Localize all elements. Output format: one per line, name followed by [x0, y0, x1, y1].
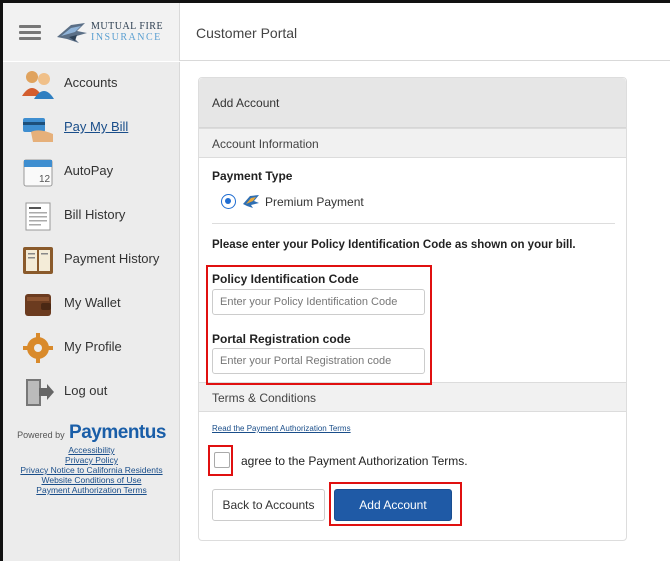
footer-link-california-privacy[interactable]: Privacy Notice to California Residents: [3, 465, 180, 475]
header-brand-area: MUTUAL FIRE INSURANCE: [3, 3, 180, 61]
add-account-card: Add Account Account Information Payment …: [198, 77, 627, 541]
sidebar-item-label: Accounts: [64, 75, 118, 90]
sidebar-item-pay-my-bill[interactable]: Pay My Bill: [3, 108, 180, 148]
payment-terms-link[interactable]: Read the Payment Authorization Terms: [212, 424, 351, 433]
sidebar-item-log-out[interactable]: Log out: [3, 372, 180, 412]
footer-link-privacy-policy[interactable]: Privacy Policy: [3, 455, 180, 465]
powered-by-block: Powered by Paymentus Accessibility Priva…: [3, 422, 180, 495]
card-header: Add Account: [199, 78, 626, 128]
sidebar-item-label: Payment History: [64, 251, 160, 266]
card-title: Add Account: [212, 96, 280, 110]
sidebar-item-label: AutoPay: [64, 163, 114, 178]
instruction-text: Please enter your Policy Identification …: [212, 239, 576, 251]
footer-link-payment-terms[interactable]: Payment Authorization Terms: [3, 485, 180, 495]
gear-icon: [23, 333, 53, 363]
sidebar-item-bill-history[interactable]: Bill History: [3, 196, 180, 236]
sidebar-item-accounts[interactable]: Accounts: [3, 64, 180, 104]
company-logo: MUTUAL FIRE INSURANCE: [91, 21, 163, 43]
paymentus-logo: Paymentus: [69, 422, 166, 443]
policy-code-label: Policy Identification Code: [212, 272, 359, 286]
invoice-icon: [25, 202, 51, 231]
policy-code-input[interactable]: [212, 289, 425, 315]
sidebar: Accounts Pay My Bill 12 AutoPay Bill His…: [3, 62, 180, 561]
divider: [212, 223, 615, 224]
users-icon: [22, 71, 54, 99]
portal-code-input[interactable]: [212, 348, 425, 374]
section-title: Terms & Conditions: [212, 391, 317, 405]
payment-type-label: Payment Type: [212, 169, 293, 183]
ledger-icon: [23, 247, 53, 274]
wallet-icon: [25, 294, 51, 316]
section-account-information: Account Information: [199, 128, 626, 158]
section-title: Account Information: [212, 137, 319, 151]
sidebar-item-label: Bill History: [64, 207, 126, 222]
footer-links: Accessibility Privacy Policy Privacy Not…: [3, 445, 180, 495]
portal-code-label: Portal Registration code: [212, 332, 351, 346]
logout-door-icon: [26, 379, 54, 406]
logo-line-1: MUTUAL FIRE: [91, 21, 164, 32]
sidebar-item-my-profile[interactable]: My Profile: [3, 328, 180, 368]
section-terms-conditions: Terms & Conditions: [199, 382, 626, 412]
svg-text:12: 12: [39, 174, 51, 185]
agree-terms-checkbox[interactable]: [214, 452, 230, 468]
sidebar-item-label: Pay My Bill: [64, 119, 129, 134]
payment-type-icon: [243, 195, 259, 208]
premium-payment-label: Premium Payment: [265, 195, 364, 209]
sidebar-item-label: My Wallet: [64, 295, 121, 310]
logo-eagle-icon: [57, 23, 87, 43]
logo-line-2: INSURANCE: [91, 32, 162, 43]
top-header: MUTUAL FIRE INSURANCE Customer Portal: [3, 3, 670, 61]
sidebar-item-label: Log out: [64, 383, 108, 398]
footer-link-accessibility[interactable]: Accessibility: [3, 445, 180, 455]
agree-terms-label: agree to the Payment Authorization Terms…: [241, 454, 468, 468]
back-to-accounts-button[interactable]: Back to Accounts: [212, 489, 325, 521]
calendar-icon: 12: [23, 159, 53, 187]
hamburger-menu-icon[interactable]: [19, 25, 41, 41]
page-title: Customer Portal: [196, 25, 298, 41]
premium-payment-radio[interactable]: [221, 194, 236, 209]
footer-link-website-conditions[interactable]: Website Conditions of Use: [3, 475, 180, 485]
sidebar-item-label: My Profile: [64, 339, 122, 354]
add-account-button[interactable]: Add Account: [334, 489, 452, 521]
sidebar-item-autopay[interactable]: 12 AutoPay: [3, 152, 180, 192]
sidebar-item-my-wallet[interactable]: My Wallet: [3, 284, 180, 324]
credit-card-hand-icon: [23, 118, 53, 142]
powered-by-text: Powered by: [17, 430, 65, 440]
sidebar-item-payment-history[interactable]: Payment History: [3, 240, 180, 280]
